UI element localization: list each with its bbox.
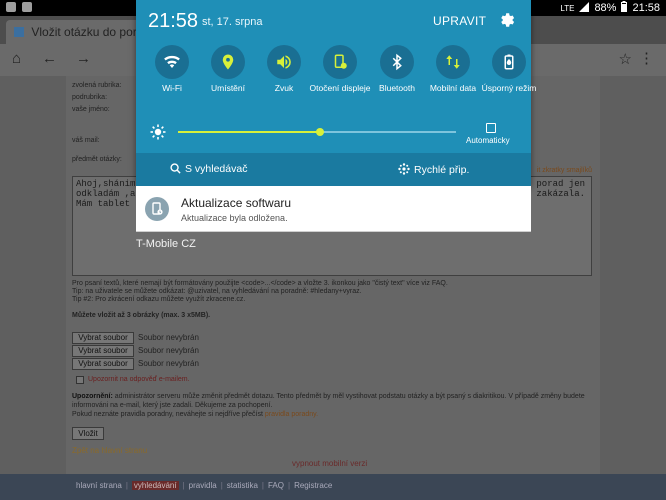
battery-percent: 88%	[594, 2, 617, 14]
brightness-thumb[interactable]	[315, 128, 324, 136]
footer-nav-item[interactable]: vyhledávání	[131, 481, 179, 490]
edit-button[interactable]: UPRAVIT	[433, 14, 486, 28]
menu-icon[interactable]: ⋮	[639, 49, 654, 67]
footer-nav: hlavní strana | vyhledávání | pravidla | stati…	[0, 474, 666, 500]
brightness-icon	[150, 124, 166, 140]
notice-text: administrátor serveru může změnit předmě…	[72, 393, 585, 409]
signal-icon	[579, 1, 590, 15]
favicon-icon	[14, 27, 24, 37]
textarea-line: porad jen	[536, 179, 585, 189]
rotate-icon	[323, 45, 357, 79]
s-finder-label: S vyhledávač	[185, 163, 248, 175]
notice-rules: Pokud neznáte pravidla poradny, neváhejt…	[72, 411, 263, 418]
footer-nav-item[interactable]: Registrace	[294, 481, 332, 490]
nav-separator: |	[220, 481, 223, 490]
textarea-line: zakázala.	[536, 189, 585, 199]
notice-block: Upozornění: administrátor serveru může z…	[72, 392, 592, 419]
location-icon	[211, 45, 245, 79]
notification-icon	[6, 2, 16, 12]
wifi-icon	[155, 45, 189, 79]
form-label: předmět otázky:	[72, 156, 122, 163]
notify-checkbox[interactable]	[76, 376, 84, 384]
nav-separator: |	[261, 481, 264, 490]
choose-file-button[interactable]: Vybrat soubor	[72, 345, 134, 357]
notify-label: Upozornit na odpověď e-mailem.	[88, 376, 190, 383]
software-update-icon	[145, 197, 169, 221]
brightness-row: Automaticky	[136, 118, 531, 150]
carrier-label: T-Mobile CZ	[136, 238, 196, 250]
software-update-notification[interactable]: Aktualizace softwaru Aktualizace byla od…	[136, 186, 531, 232]
disable-mobile-link[interactable]: vypnout mobilní verzi	[292, 459, 367, 468]
notification-icon	[22, 2, 32, 12]
notification-shade: 21:58 st, 17. srpna UPRAVIT Wi-Fi Umístěn…	[136, 0, 536, 186]
footer-nav-item[interactable]: statistika	[227, 481, 258, 490]
bookmark-star-icon[interactable]: ☆	[619, 50, 632, 68]
submit-button[interactable]: Vložit	[72, 427, 104, 440]
brightness-slider[interactable]	[178, 128, 456, 136]
battery-icon	[621, 1, 628, 15]
emoticons-link[interactable]: it zkratky smajlíků	[537, 167, 592, 174]
help-tip: Tip: na uživatele se můžete odkázat: @uz…	[72, 288, 362, 295]
search-icon	[170, 163, 181, 177]
form-label: podrubrika:	[72, 94, 108, 101]
back-home-link[interactable]: Zpět na hlavní stranu	[72, 446, 147, 455]
back-icon[interactable]: ←	[42, 50, 57, 67]
brightness-fill	[178, 131, 320, 133]
form-label: zvolená rubrika:	[72, 82, 122, 89]
upload-title: Můžete vložit až 3 obrázky (max. 3 x5MB)…	[72, 312, 211, 319]
status-time: 21:58	[632, 2, 660, 14]
volume-icon	[267, 45, 301, 79]
gear-icon[interactable]	[498, 11, 516, 29]
footer-nav-item[interactable]: hlavní strana	[76, 481, 122, 490]
battery-saver-icon	[492, 45, 526, 79]
nav-separator: |	[125, 481, 128, 490]
file-status: Soubor nevybrán	[138, 333, 199, 342]
bluetooth-icon	[380, 45, 414, 79]
form-label: vaše jméno:	[72, 106, 110, 113]
mobile-data-icon	[436, 45, 470, 79]
footer-nav-item[interactable]: pravidla	[189, 481, 217, 490]
form-label: váš mail:	[72, 137, 100, 144]
help-tip2: Tip #2: Pro zkrácení odkazu můžete využí…	[72, 296, 246, 303]
shade-date: st, 17. srpna	[202, 16, 263, 28]
qs-label: Úsporný režim	[481, 83, 537, 93]
notice-title: Upozornění:	[72, 393, 113, 400]
signal-indicator: LTE	[560, 3, 575, 13]
quick-connect-icon	[398, 163, 410, 178]
shade-clock: 21:58	[148, 10, 199, 32]
notification-body: Aktualizace byla odložena.	[181, 213, 288, 223]
auto-brightness-checkbox[interactable]	[486, 123, 496, 133]
notification-title: Aktualizace softwaru	[181, 196, 292, 210]
choose-file-button[interactable]: Vybrat soubor	[72, 332, 134, 344]
home-icon[interactable]: ⌂	[12, 50, 21, 67]
choose-file-button[interactable]: Vybrat soubor	[72, 358, 134, 370]
nav-separator: |	[287, 481, 291, 490]
file-status: Soubor nevybrán	[138, 346, 199, 355]
footer-nav-item[interactable]: FAQ	[268, 481, 284, 490]
qs-tile-saver[interactable]: Úsporný režim	[474, 45, 544, 93]
rules-link[interactable]: pravidla poradny.	[265, 411, 318, 418]
s-finder-button[interactable]: S vyhledávač	[170, 163, 247, 177]
quick-connect-button[interactable]: Rychlé přip.	[398, 163, 469, 178]
help-text: Pro psaní textů, které nemají být formát…	[72, 280, 448, 287]
auto-brightness-label: Automaticky	[466, 136, 510, 145]
shade-header: 21:58 st, 17. srpna UPRAVIT	[136, 0, 531, 40]
nav-separator: |	[182, 481, 185, 490]
shade-bottom-bar: S vyhledávač Rychlé přip.	[136, 153, 531, 186]
file-status: Soubor nevybrán	[138, 359, 199, 368]
forward-icon[interactable]: →	[76, 50, 91, 67]
quick-connect-label: Rychlé přip.	[414, 164, 470, 176]
